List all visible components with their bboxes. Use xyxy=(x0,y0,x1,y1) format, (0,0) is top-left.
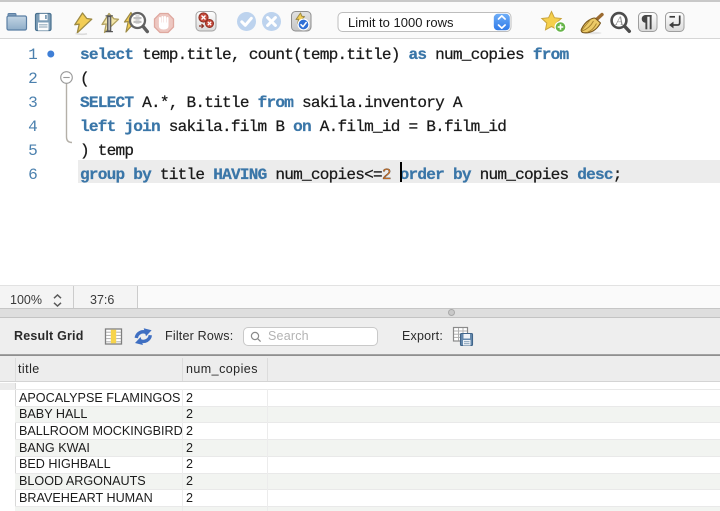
svg-text:A: A xyxy=(615,14,624,28)
